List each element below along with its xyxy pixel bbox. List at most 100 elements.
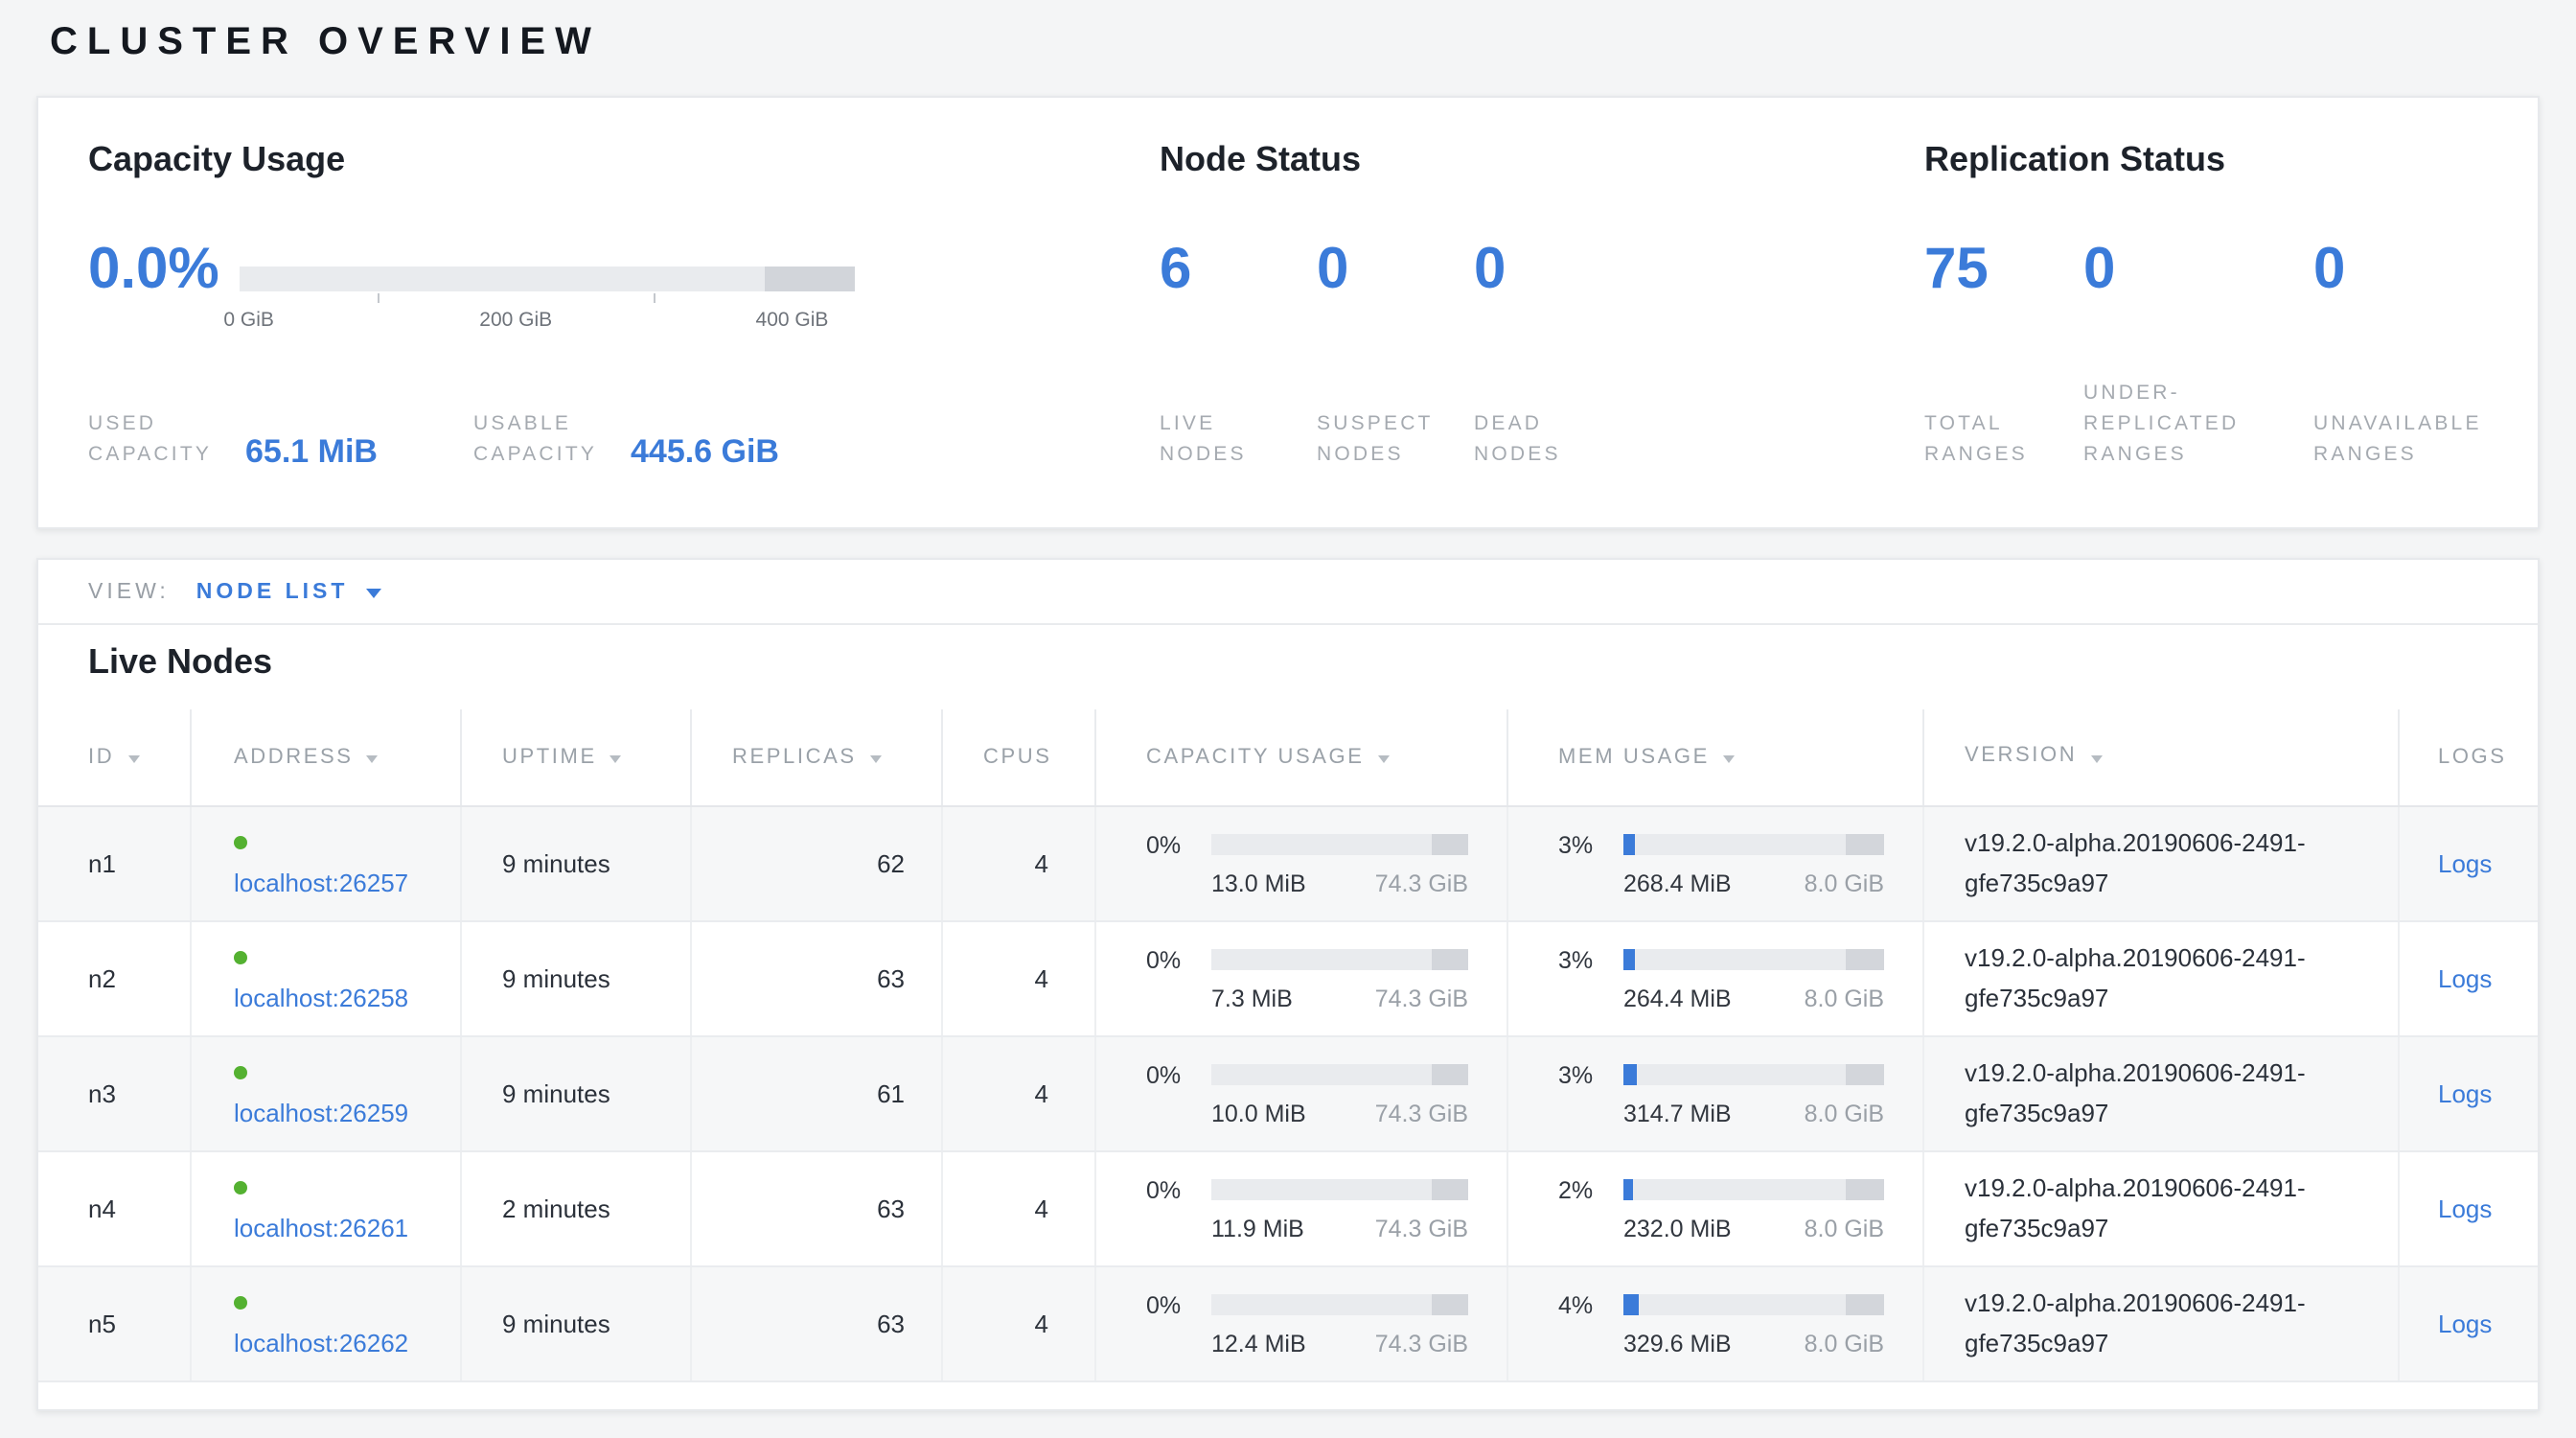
node-version: v19.2.0-alpha.20190606-2491-gfe735c9a97 — [1924, 807, 2400, 920]
logs-link[interactable]: Logs — [2438, 1079, 2492, 1108]
unavailable-ranges-label: UNAVAILABLE RANGES — [2313, 408, 2530, 470]
node-uptime: 9 minutes — [462, 1037, 692, 1150]
node-id: n5 — [38, 1267, 192, 1380]
usable-capacity-stat: USABLE CAPACITY 445.6 GiB — [473, 408, 779, 470]
node-status-title: Node Status — [1160, 140, 1361, 180]
node-version: v19.2.0-alpha.20190606-2491-gfe735c9a97 — [1924, 1152, 2400, 1265]
clipped-next-row — [38, 1382, 2538, 1411]
dead-nodes-count: 0 — [1474, 240, 1631, 301]
node-address-cell: localhost:26257 — [192, 807, 462, 920]
column-header-address[interactable]: ADDRESS — [192, 709, 462, 805]
mem-bar — [1623, 1179, 1884, 1200]
logs-link[interactable]: Logs — [2438, 964, 2492, 993]
mem-usage-cell: 3% 314.7 MiB8.0 GiB — [1508, 1037, 1924, 1150]
column-header-version[interactable]: VERSION — [1924, 709, 2400, 805]
logs-cell: Logs — [2400, 1267, 2538, 1380]
column-header-uptime[interactable]: UPTIME — [462, 709, 692, 805]
node-version: v19.2.0-alpha.20190606-2491-gfe735c9a97 — [1924, 922, 2400, 1035]
live-nodes-stat: 6 LIVE NODES — [1160, 240, 1317, 470]
live-nodes-count: 6 — [1160, 240, 1317, 301]
node-health-dot — [234, 837, 247, 850]
mem-bar — [1623, 834, 1884, 855]
mem-bar — [1623, 1294, 1884, 1315]
under-replicated-stat: 0 UNDER-REPLICATED RANGES — [2083, 240, 2313, 470]
table-row: n1 localhost:26257 9 minutes 62 4 0% 13.… — [38, 807, 2538, 922]
sort-desc-icon — [127, 754, 139, 762]
used-capacity-label: USED CAPACITY — [88, 408, 215, 470]
capacity-stats: USED CAPACITY 65.1 MiB USABLE CAPACITY 4… — [88, 408, 779, 470]
view-dropdown-value: NODE LIST — [196, 580, 349, 603]
axis-tick — [378, 293, 380, 303]
node-health-dot — [234, 1067, 247, 1080]
total-ranges-label: TOTAL RANGES — [1924, 408, 2083, 470]
suspect-nodes-count: 0 — [1317, 240, 1474, 301]
node-replicas: 63 — [692, 1152, 943, 1265]
node-address-cell: localhost:26259 — [192, 1037, 462, 1150]
unavailable-ranges-stat: 0 UNAVAILABLE RANGES — [2313, 240, 2530, 470]
usable-capacity-value: 445.6 GiB — [631, 435, 779, 470]
column-header-id[interactable]: ID — [38, 709, 192, 805]
node-cpus: 4 — [943, 1152, 1096, 1265]
replication-stats: 75 TOTAL RANGES 0 UNDER-REPLICATED RANGE… — [1924, 240, 2530, 470]
unavailable-ranges-count: 0 — [2313, 240, 2530, 301]
node-address-link[interactable]: localhost:26259 — [234, 1098, 408, 1126]
column-header-mem-usage[interactable]: MEM USAGE — [1508, 709, 1924, 805]
table-row: n4 localhost:26261 2 minutes 63 4 0% 11.… — [38, 1152, 2538, 1267]
logs-cell: Logs — [2400, 807, 2538, 920]
capacity-usage-cell: 0% 10.0 MiB74.3 GiB — [1096, 1037, 1508, 1150]
logs-cell: Logs — [2400, 1037, 2538, 1150]
node-health-dot — [234, 1297, 247, 1310]
node-id: n4 — [38, 1152, 192, 1265]
sort-desc-icon — [367, 754, 379, 762]
node-id: n2 — [38, 922, 192, 1035]
node-cpus: 4 — [943, 1037, 1096, 1150]
total-ranges-stat: 75 TOTAL RANGES — [1924, 240, 2083, 470]
node-uptime: 9 minutes — [462, 922, 692, 1035]
node-id: n1 — [38, 807, 192, 920]
table-row: n2 localhost:26258 9 minutes 63 4 0% 7.3… — [38, 922, 2538, 1037]
total-ranges-count: 75 — [1924, 240, 2083, 301]
column-header-replicas[interactable]: REPLICAS — [692, 709, 943, 805]
node-uptime: 2 minutes — [462, 1152, 692, 1265]
node-version: v19.2.0-alpha.20190606-2491-gfe735c9a97 — [1924, 1267, 2400, 1380]
node-health-dot — [234, 952, 247, 965]
node-replicas: 63 — [692, 922, 943, 1035]
cluster-overview-page: CLUSTER OVERVIEW Capacity Usage 0.0% 0 G… — [0, 0, 2576, 1438]
node-id: n3 — [38, 1037, 192, 1150]
node-cpus: 4 — [943, 1267, 1096, 1380]
sort-desc-icon — [870, 754, 882, 762]
table-row: n3 localhost:26259 9 minutes 61 4 0% 10.… — [38, 1037, 2538, 1152]
node-address-link[interactable]: localhost:26262 — [234, 1328, 408, 1357]
sort-desc-icon — [1378, 754, 1390, 762]
capacity-usage-cell: 0% 11.9 MiB74.3 GiB — [1096, 1152, 1508, 1265]
table-body: n1 localhost:26257 9 minutes 62 4 0% 13.… — [38, 807, 2538, 1411]
dropdown-caret-icon — [365, 588, 380, 597]
node-address-cell: localhost:26258 — [192, 922, 462, 1035]
node-replicas: 63 — [692, 1267, 943, 1380]
axis-tick — [654, 293, 656, 303]
column-header-capacity-usage[interactable]: CAPACITY USAGE — [1096, 709, 1508, 805]
axis-tick-label: 400 GiB — [756, 309, 829, 332]
node-address-cell: localhost:26262 — [192, 1267, 462, 1380]
under-replicated-count: 0 — [2083, 240, 2313, 301]
node-address-link[interactable]: localhost:26257 — [234, 868, 408, 896]
logs-link[interactable]: Logs — [2438, 1310, 2492, 1338]
node-cpus: 4 — [943, 807, 1096, 920]
node-address-link[interactable]: localhost:26261 — [234, 1213, 408, 1241]
view-dropdown[interactable]: NODE LIST — [196, 580, 381, 603]
mem-usage-cell: 4% 329.6 MiB8.0 GiB — [1508, 1267, 1924, 1380]
node-version: v19.2.0-alpha.20190606-2491-gfe735c9a97 — [1924, 1037, 2400, 1150]
node-list-card: VIEW: NODE LIST Live Nodes ID ADDRESS UP… — [36, 558, 2540, 1411]
logs-link[interactable]: Logs — [2438, 1194, 2492, 1223]
summary-card: Capacity Usage 0.0% 0 GiB 200 GiB 400 Gi… — [36, 96, 2540, 529]
mem-bar — [1623, 1064, 1884, 1085]
capacity-bar — [1211, 949, 1468, 970]
table-row: n5 localhost:26262 9 minutes 63 4 0% 12.… — [38, 1267, 2538, 1382]
logs-cell: Logs — [2400, 1152, 2538, 1265]
live-nodes-heading: Live Nodes — [88, 642, 2538, 690]
node-address-link[interactable]: localhost:26258 — [234, 983, 408, 1011]
capacity-percent: 0.0% — [88, 240, 219, 301]
capacity-bar — [1211, 1294, 1468, 1315]
logs-link[interactable]: Logs — [2438, 849, 2492, 878]
axis-tick-label: 0 GiB — [223, 309, 274, 332]
